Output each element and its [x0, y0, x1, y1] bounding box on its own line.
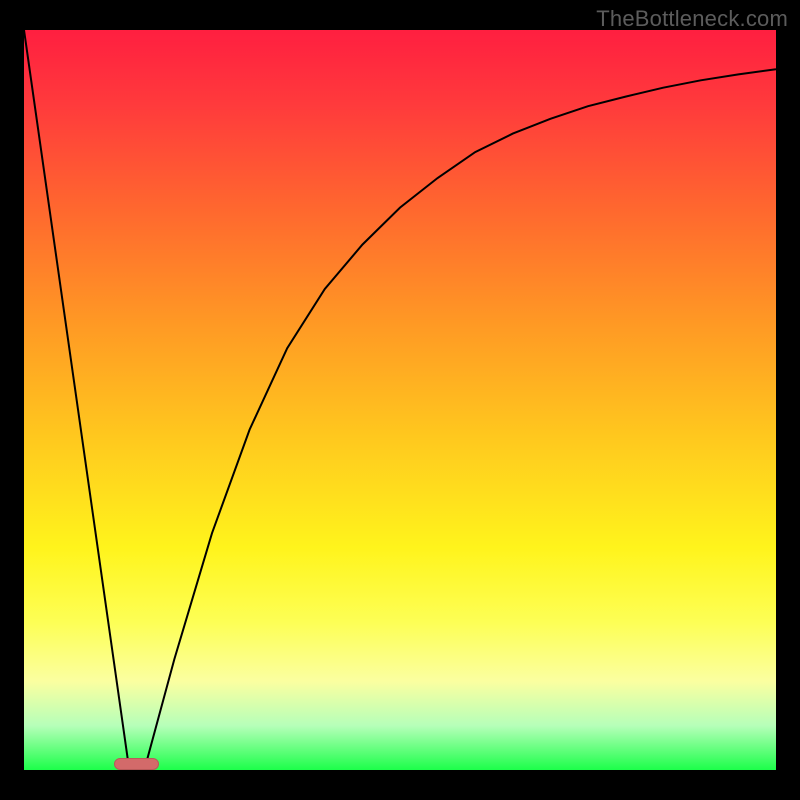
watermark-text: TheBottleneck.com — [596, 6, 788, 32]
curves-svg — [24, 30, 776, 770]
left-curve — [24, 30, 129, 770]
chart-frame: TheBottleneck.com — [0, 0, 800, 800]
right-curve — [144, 69, 776, 770]
trough-marker — [114, 758, 159, 770]
plot-area — [24, 30, 776, 770]
